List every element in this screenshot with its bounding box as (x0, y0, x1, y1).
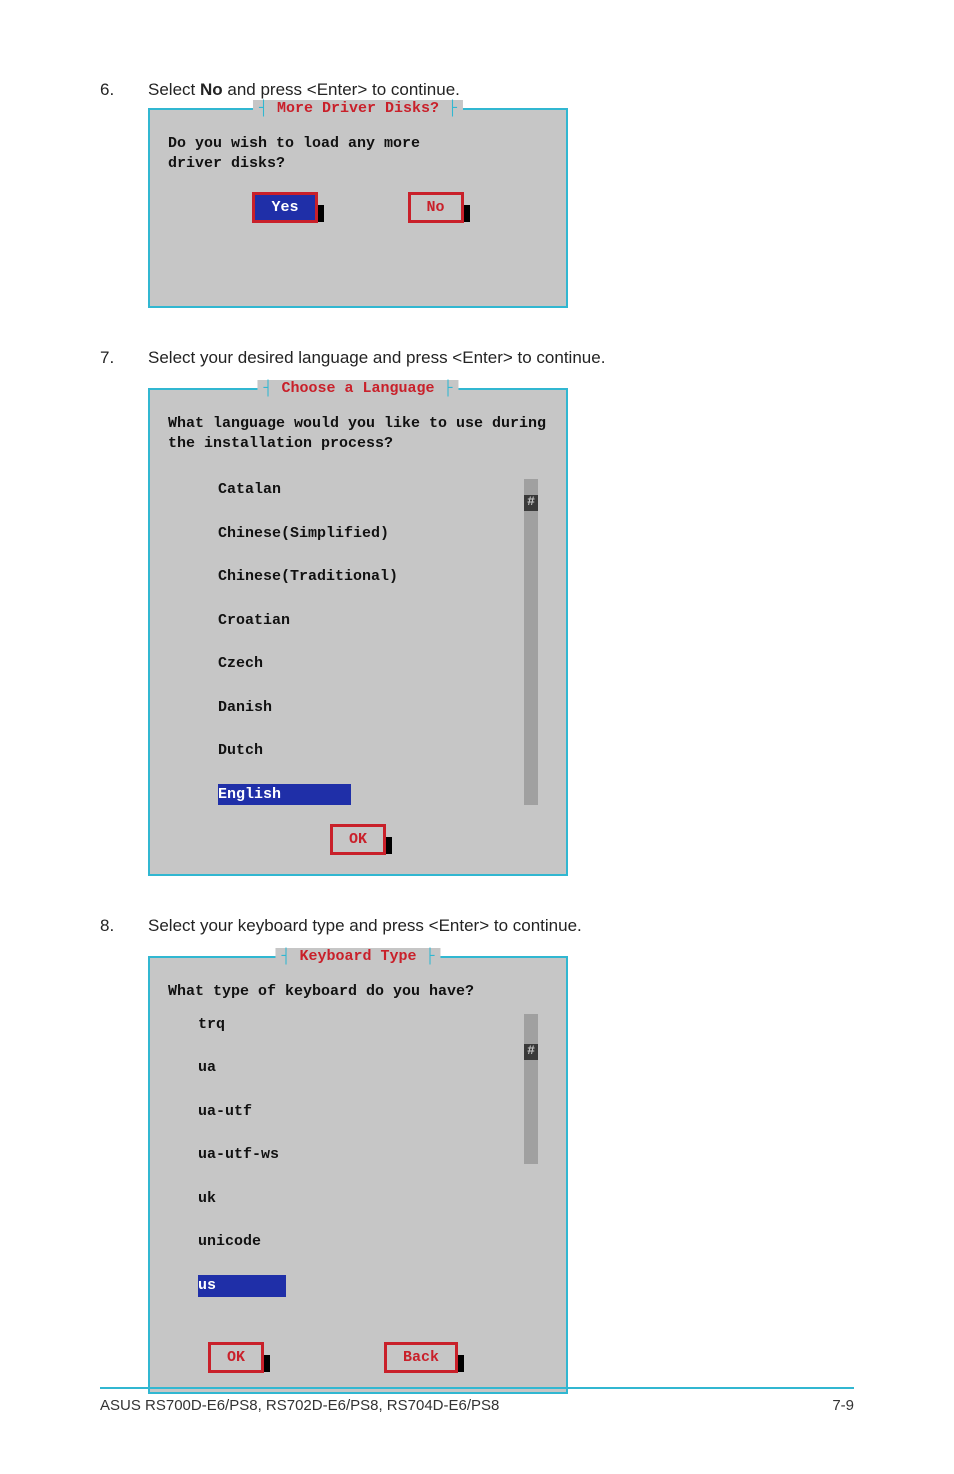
step-text: Select your keyboard type and press <Ent… (148, 916, 582, 936)
language-item[interactable]: Danish (218, 697, 518, 719)
keyboard-item[interactable]: uk (198, 1188, 518, 1210)
dialog-title: Choose a Language (257, 380, 458, 397)
step-number: 8. (100, 916, 148, 936)
language-item[interactable]: Catalan (218, 479, 518, 501)
language-item[interactable]: Chinese(Simplified) (218, 523, 518, 545)
keyboard-item[interactable]: unicode (198, 1231, 518, 1253)
scrollbar-thumb[interactable]: # (524, 495, 538, 511)
page-footer: ASUS RS700D-E6/PS8, RS702D-E6/PS8, RS704… (100, 1387, 854, 1414)
dialog-title: Keyboard Type (275, 948, 440, 965)
keyboard-item[interactable]: trq (198, 1014, 518, 1036)
ok-button[interactable]: OK (330, 831, 386, 848)
step-number: 7. (100, 348, 148, 368)
keyboard-item[interactable]: ua (198, 1057, 518, 1079)
step-7: 7. Select your desired language and pres… (100, 348, 854, 368)
yes-button[interactable]: Yes (252, 199, 317, 216)
keyboard-item[interactable]: us (198, 1275, 286, 1297)
language-item[interactable]: Dutch (218, 740, 518, 762)
dialog-message: Do you wish to load any more driver disk… (168, 134, 468, 173)
step-text: Select No and press <Enter> to continue. (148, 80, 460, 100)
dialog-choose-language: Choose a Language What language would yo… (148, 388, 854, 876)
step-number: 6. (100, 80, 148, 100)
language-item[interactable]: Czech (218, 653, 518, 675)
language-item[interactable]: Chinese(Traditional) (218, 566, 518, 588)
scrollbar[interactable]: # (524, 1014, 538, 1164)
dialog-more-driver-disks: More Driver Disks? Do you wish to load a… (148, 108, 854, 308)
scrollbar[interactable]: # (524, 479, 538, 805)
language-list[interactable]: Catalan Chinese(Simplified) Chinese(Tradit… (218, 479, 518, 805)
step-text: Select your desired language and press <… (148, 348, 605, 368)
dialog-keyboard-type: Keyboard Type What type of keyboard do y… (148, 956, 854, 1393)
language-item[interactable]: English (218, 784, 351, 806)
footer-left: ASUS RS700D-E6/PS8, RS702D-E6/PS8, RS704… (100, 1397, 499, 1414)
back-button[interactable]: Back (384, 1349, 458, 1366)
keyboard-item[interactable]: ua-utf (198, 1101, 518, 1123)
step-6: 6. Select No and press <Enter> to contin… (100, 80, 854, 100)
ok-button[interactable]: OK (208, 1349, 264, 1366)
scrollbar-thumb[interactable]: # (524, 1044, 538, 1060)
keyboard-item[interactable]: ua-utf-ws (198, 1144, 518, 1166)
keyboard-list[interactable]: trquaua-utfua-utf-wsukunicodeus # (198, 1014, 518, 1297)
footer-page-number: 7-9 (832, 1397, 854, 1414)
dialog-message: What type of keyboard do you have? (168, 982, 548, 1002)
dialog-message: What language would you like to use duri… (168, 414, 548, 453)
no-button[interactable]: No (408, 199, 464, 216)
step-8: 8. Select your keyboard type and press <… (100, 916, 854, 936)
dialog-title: More Driver Disks? (253, 100, 463, 117)
language-item[interactable]: Croatian (218, 610, 518, 632)
